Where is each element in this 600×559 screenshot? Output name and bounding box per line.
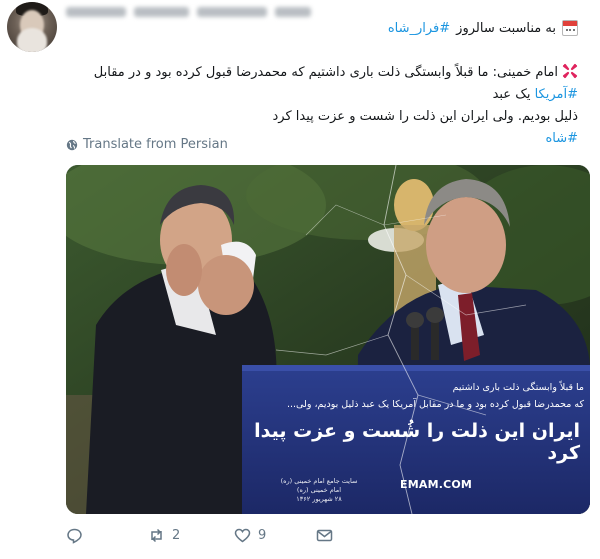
logo-sub-line: سایت جامع امام خمینی (ره)	[280, 477, 358, 485]
like-button[interactable]: 9	[234, 527, 266, 544]
logo-sub-line: امام خمینی (ره)	[296, 486, 342, 494]
translate-label: Translate from Persian	[83, 137, 228, 152]
retweet-button[interactable]: 2	[148, 527, 180, 544]
tweet-actions: 2 9	[66, 527, 366, 547]
retweet-icon	[151, 528, 162, 543]
translate-link[interactable]: Translate from Persian	[66, 137, 228, 152]
heart-icon	[234, 528, 251, 543]
caption-line2: که محمدرضا قبول کرده بود و ما در مقابل آ…	[286, 399, 584, 410]
tweet-text-row1: امام خمینی: ما قبلاً وابستگی ذلت باری دا…	[58, 62, 578, 106]
tweet-text-part: امام خمینی: ما قبلاً وابستگی ذلت باری دا…	[93, 65, 558, 80]
hashtag-shah[interactable]: #شاه	[545, 131, 578, 146]
occasion-text: به مناسبت سالروز	[456, 20, 556, 36]
direct-message-button[interactable]	[316, 527, 333, 544]
tweet: به مناسبت سالروز #فرار_شاه امام خمینی: م…	[0, 0, 600, 559]
caption-headline: ایران این ذلت را شُست و عزت پیدا کرد	[254, 420, 580, 464]
tweet-text-row2: ذلیل بودیم. ولی ایران این ذلت را شست و ع…	[272, 109, 579, 124]
like-count: 9	[258, 528, 267, 543]
tweet-text-part: یک عبد	[492, 87, 531, 102]
globe-icon	[66, 139, 78, 150]
anger-symbol-icon	[562, 63, 578, 79]
tweet-photo[interactable]: ما قبلاً وابستگی ذلت باری داشتیم که محمد…	[66, 165, 590, 514]
retweet-count: 2	[172, 528, 181, 543]
logo-subtext: سایت جامع امام خمینی (ره) امام خمینی (ره…	[276, 477, 362, 504]
reply-icon	[67, 528, 82, 544]
calendar-icon	[562, 20, 578, 36]
envelope-icon	[316, 529, 333, 542]
logo-brand: EMAM.COM	[400, 478, 473, 491]
avatar[interactable]	[7, 2, 57, 52]
caption-line1: ما قبلاً وابستگی ذلت باری داشتیم	[452, 382, 584, 393]
author-name-blurred[interactable]	[66, 5, 346, 19]
tweet-text-line1: به مناسبت سالروز #فرار_شاه	[388, 20, 578, 36]
hashtag-farar-shah[interactable]: #فرار_شاه	[388, 21, 450, 36]
hashtag-america[interactable]: #آمریکا	[535, 87, 578, 102]
logo-sub-line: ۲۸ شهریور ۱۳۶۲	[296, 495, 342, 503]
photo-caption: ما قبلاً وابستگی ذلت باری داشتیم که محمد…	[252, 379, 590, 464]
reply-button[interactable]	[66, 527, 83, 544]
